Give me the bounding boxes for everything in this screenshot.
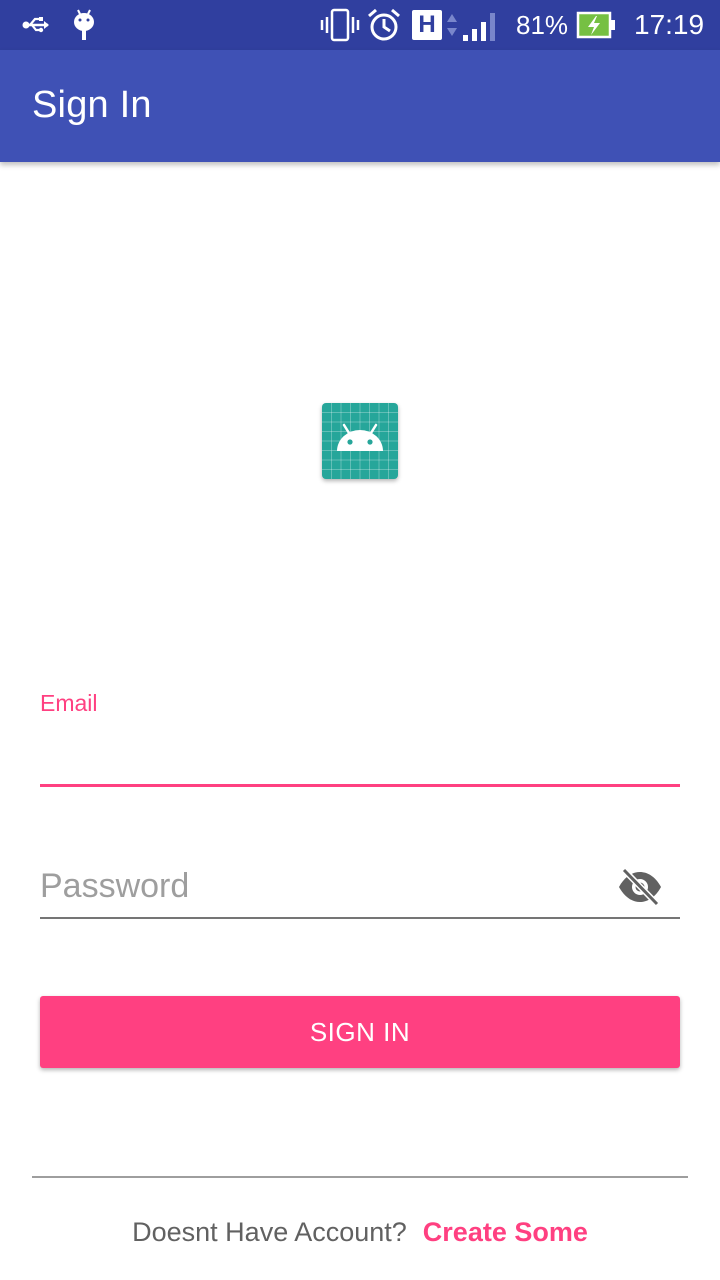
vibrate-icon [320,0,360,50]
create-account-link[interactable]: Create Some [423,1217,588,1248]
sign-in-button[interactable]: SIGN IN [40,996,680,1068]
app-bar: Sign In [0,50,720,162]
divider [32,1176,688,1178]
android-logo-icon [322,403,398,479]
network-h-icon: H [412,0,459,50]
visibility-off-icon[interactable] [612,862,668,912]
battery-percent: 81% [516,9,569,40]
status-bar: H 81% 17:19 [0,0,720,50]
page-title: Sign In [32,84,152,126]
sign-in-screen: H 81% 17:19 Sign In Email SIGN IN Doesnt… [0,0,720,1280]
password-field[interactable] [40,856,600,916]
email-label: Email [40,690,98,716]
clock: 17:19 [634,9,705,40]
usb-icon [22,0,50,50]
footer: Doesnt Have Account? Create Some [0,1212,720,1252]
password-field-underline [40,917,680,919]
email-field[interactable] [40,720,680,780]
android-debug-icon [72,0,96,50]
no-account-prompt: Doesnt Have Account? [132,1216,407,1247]
battery-charging-icon [576,0,616,50]
signal-icon [462,0,498,50]
alarm-icon [366,0,402,50]
email-field-underline [40,784,680,787]
